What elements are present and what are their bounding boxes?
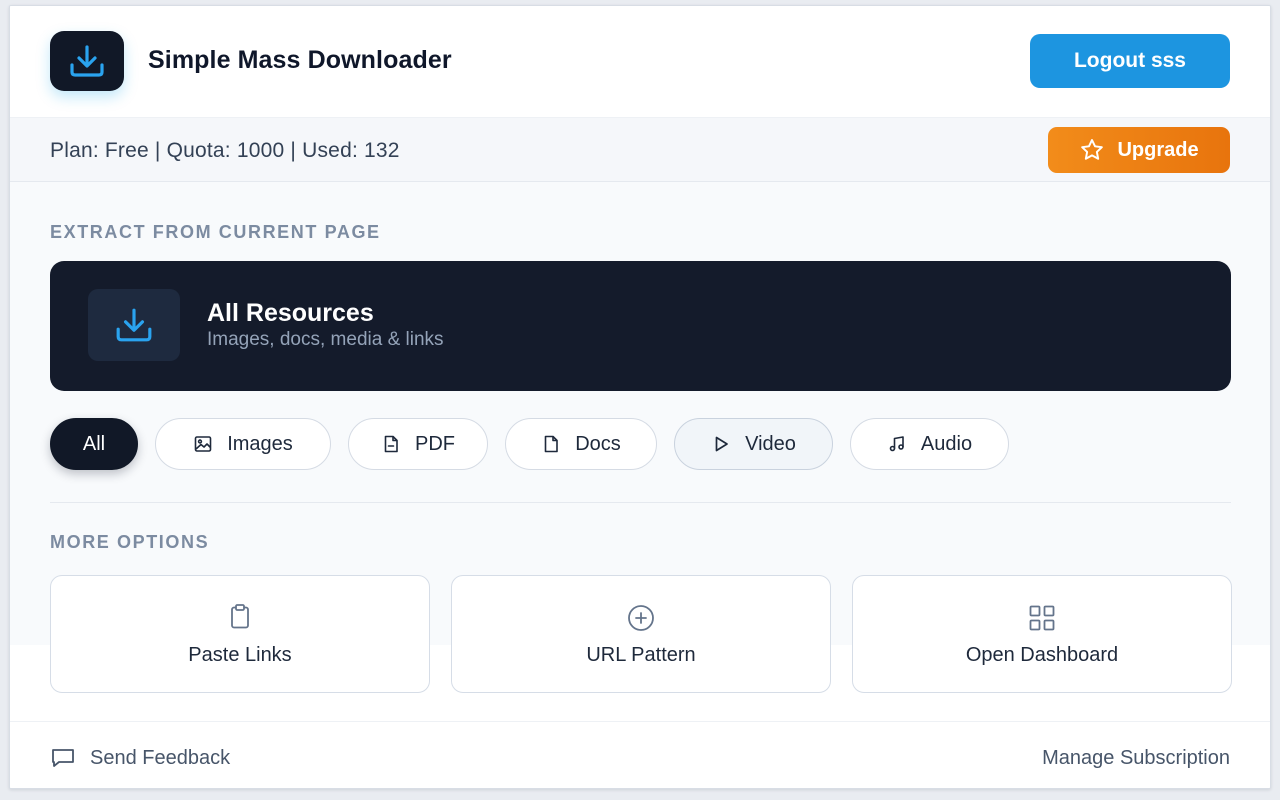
send-feedback-label: Send Feedback [90,746,231,769]
chip-label: Audio [920,432,973,455]
footer: Send Feedback Manage Subscription [10,721,1270,788]
manage-subscription-link[interactable]: Manage Subscription [1042,747,1230,770]
paste-links-card[interactable]: Paste Links [50,575,430,693]
grid-icon [1029,605,1055,631]
document-icon [544,435,559,453]
more-options-grid: Paste Links URL Pattern Open Dashboard [50,575,1232,693]
app-title: Simple Mass Downloader [148,46,452,74]
open-dashboard-card[interactable]: Open Dashboard [852,575,1232,693]
filter-chip-pdf[interactable]: PDF [348,418,488,470]
filter-chips: All Images PDF Docs Video Audio [50,418,1009,470]
pdf-file-icon [384,435,398,453]
filter-chip-audio[interactable]: Audio [850,418,1009,470]
option-label: URL Pattern [586,644,696,666]
chip-label: PDF [415,432,455,455]
star-icon [1081,139,1104,160]
extension-popup: Simple Mass Downloader Logout sss Plan: … [9,5,1271,789]
filter-chip-video[interactable]: Video [674,418,833,470]
app-logo [50,31,124,91]
more-options-section-label: MORE OPTIONS [50,532,210,552]
url-pattern-card[interactable]: URL Pattern [451,575,831,693]
filter-chip-images[interactable]: Images [155,418,331,470]
resources-icon-box [88,289,180,361]
plan-bar: Plan: Free | Quota: 1000 | Used: 132 Upg… [10,118,1270,182]
download-icon [70,45,104,77]
all-resources-subtitle: Images, docs, media & links [207,329,444,350]
header: Simple Mass Downloader Logout sss [10,6,1270,118]
plan-status-text: Plan: Free | Quota: 1000 | Used: 132 [50,139,400,162]
section-divider [50,502,1231,503]
image-icon [194,436,212,452]
option-label: Paste Links [188,644,292,666]
chat-bubble-icon [52,749,74,767]
upgrade-button[interactable]: Upgrade [1048,127,1230,173]
filter-chip-docs[interactable]: Docs [505,418,657,470]
upgrade-label: Upgrade [1117,138,1199,161]
play-icon [715,436,728,452]
extract-section-label: EXTRACT FROM CURRENT PAGE [50,222,381,242]
main-content: EXTRACT FROM CURRENT PAGE All Resources … [10,182,1270,693]
send-feedback-link[interactable]: Send Feedback [50,746,230,770]
chip-label: Images [227,432,293,455]
music-note-icon [889,436,904,452]
download-icon [116,308,152,342]
chip-label: Docs [575,432,621,455]
option-label: Open Dashboard [965,644,1119,666]
clipboard-icon [231,604,249,629]
filter-chip-all[interactable]: All [50,418,138,470]
all-resources-card[interactable]: All Resources Images, docs, media & link… [50,261,1231,391]
plus-circle-icon [628,605,654,631]
logout-button[interactable]: Logout sss [1030,34,1230,88]
chip-label: Video [745,432,796,455]
chip-label: All [82,432,106,455]
all-resources-title: All Resources [207,299,374,327]
